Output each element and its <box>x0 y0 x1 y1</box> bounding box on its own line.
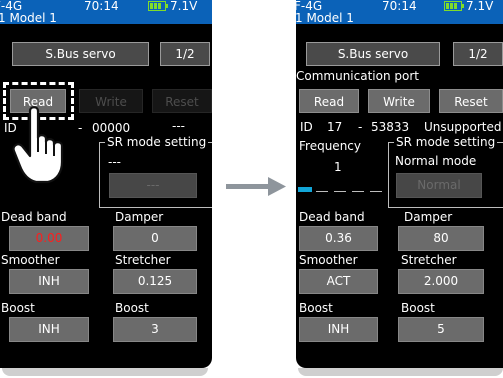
sr-mode-name: Normal mode <box>395 154 477 168</box>
boost-left-label: Boost <box>1 301 35 315</box>
smoother-value[interactable]: INH <box>9 269 89 294</box>
timer: 70:14 <box>382 0 417 13</box>
boost-right-label: Boost <box>401 301 435 315</box>
boost-right-label: Boost <box>115 301 149 315</box>
frequency-label: Frequency <box>299 139 361 153</box>
battery-icon <box>148 1 168 11</box>
sr-mode-name: --- <box>108 155 121 169</box>
stretcher-value[interactable]: 0.125 <box>113 269 197 294</box>
after-screen: F-4G 70:14 7.1V 1 Model 1 S.Bus servo 1/… <box>296 0 503 368</box>
reset-button[interactable]: Reset <box>439 89 503 113</box>
damper-label: Damper <box>404 210 453 224</box>
right-arrow-icon <box>226 177 286 196</box>
damper-value[interactable]: 0 <box>113 226 197 251</box>
boost-left-label: Boost <box>299 301 333 315</box>
serial-number: 53833 <box>371 120 410 134</box>
sr-mode-select[interactable]: --- <box>109 173 197 198</box>
reset-button[interactable]: Reset <box>152 89 212 113</box>
device-shadow <box>298 368 503 376</box>
serial-number: 00000 <box>92 121 131 135</box>
boost-right-value[interactable]: 5 <box>398 317 484 342</box>
stretcher-label: Stretcher <box>115 253 171 267</box>
sr-mode-title: SR mode setting <box>105 135 209 149</box>
damper-label: Damper <box>115 210 164 224</box>
id-value: 17 <box>327 120 343 134</box>
frequency-value: 1 <box>334 160 342 174</box>
write-button[interactable]: Write <box>368 89 430 113</box>
dead-band-value[interactable]: 0.00 <box>9 226 89 251</box>
stretcher-value[interactable]: 2.000 <box>398 269 484 294</box>
screen-title: S.Bus servo <box>306 42 440 66</box>
boost-right-value[interactable]: 3 <box>113 317 197 342</box>
read-button[interactable]: Read <box>299 89 359 113</box>
device-shadow <box>2 368 208 376</box>
boost-left-value[interactable]: INH <box>9 317 89 342</box>
sr-mode-select[interactable]: Normal <box>396 173 482 198</box>
before-screen: F-4G 70:14 7.1V 1 Model 1 S.Bus servo 1/… <box>0 0 212 368</box>
id-dash: - <box>358 120 363 134</box>
model-name: 1 Model 1 <box>0 11 57 25</box>
battery-voltage: 7.1V <box>170 0 198 13</box>
page-indicator[interactable]: 1/2 <box>160 42 210 66</box>
boost-left-value[interactable]: INH <box>299 317 378 342</box>
status-bar: F-4G 70:14 7.1V 1 Model 1 <box>0 0 212 25</box>
dead-band-label: Dead band <box>299 210 365 224</box>
screen-title: S.Bus servo <box>12 42 149 66</box>
servo-type: Unsupported <box>424 120 502 134</box>
id-label: ID <box>300 120 313 134</box>
smoother-value[interactable]: ACT <box>299 269 378 294</box>
stretcher-label: Stretcher <box>401 253 457 267</box>
servo-type: --- <box>172 119 185 133</box>
timer: 70:14 <box>84 0 119 13</box>
sr-mode-title: SR mode setting <box>394 135 498 149</box>
model-name: 1 Model 1 <box>296 11 354 25</box>
status-bar: F-4G 70:14 7.1V 1 Model 1 <box>296 0 503 25</box>
frequency-bars <box>296 191 386 192</box>
communication-port-label: Communication port <box>296 69 419 83</box>
smoother-label: Smoother <box>1 253 60 267</box>
smoother-label: Smoother <box>299 253 358 267</box>
dead-band-value[interactable]: 0.36 <box>299 226 378 251</box>
battery-voltage: 7.1V <box>466 0 494 13</box>
write-button[interactable]: Write <box>79 89 143 113</box>
page-indicator[interactable]: 1/2 <box>453 42 503 66</box>
id-dash: - <box>78 121 83 135</box>
damper-value[interactable]: 80 <box>398 226 484 251</box>
hand-pointer-icon <box>12 106 64 184</box>
battery-icon <box>444 1 464 11</box>
dead-band-label: Dead band <box>1 210 67 224</box>
